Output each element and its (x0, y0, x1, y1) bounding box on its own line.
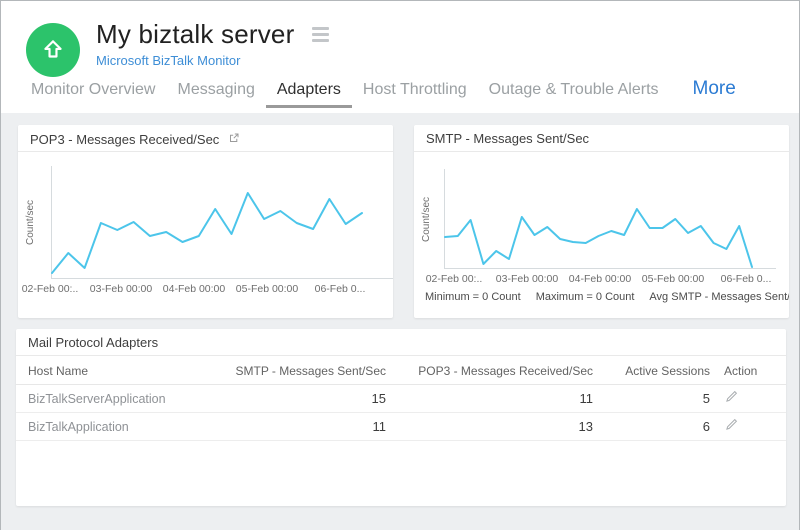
cell-active-sessions: 6 (593, 419, 710, 434)
tab-bar: Monitor Overview Messaging Adapters Host… (20, 74, 789, 108)
cell-active-sessions: 5 (593, 391, 710, 406)
stat-minimum: Minimum = 0 Count (425, 291, 521, 303)
x-axis-tick: 02-Feb 00:.. (426, 273, 483, 285)
x-axis-tick: 06-Feb 0... (315, 283, 366, 295)
smtp-line-chart (445, 169, 752, 269)
page-title: My biztalk server (96, 19, 294, 50)
dashboard-content: POP3 - Messages Received/Sec Count/sec 0… (1, 113, 799, 530)
x-axis-tick: 03-Feb 00:00 (496, 273, 558, 285)
pop3-y-axis-label: Count/sec (25, 166, 36, 279)
x-axis-tick: 06-Feb 0... (721, 273, 772, 285)
smtp-stats-row: Minimum = 0 Count Maximum = 0 Count Avg … (425, 291, 785, 303)
tab-adapters[interactable]: Adapters (266, 75, 352, 108)
col-pop3: POP3 - Messages Received/Sec (386, 364, 593, 378)
stat-maximum: Maximum = 0 Count (536, 291, 635, 303)
tab-monitor-overview[interactable]: Monitor Overview (20, 75, 166, 108)
smtp-chart-panel: SMTP - Messages Sent/Sec Count/sec 02-Fe… (414, 125, 789, 318)
external-link-icon[interactable] (229, 125, 239, 152)
edit-icon[interactable] (724, 417, 739, 432)
menu-icon[interactable] (310, 25, 331, 44)
monitor-header: My biztalk server Microsoft BizTalk Moni… (1, 1, 799, 74)
tab-host-throttling[interactable]: Host Throttling (352, 75, 478, 108)
x-axis-tick: 05-Feb 00:00 (236, 283, 298, 295)
col-active-sessions: Active Sessions (593, 364, 710, 378)
col-action: Action (710, 364, 774, 378)
x-axis-tick: 02-Feb 00:.. (22, 283, 79, 295)
cell-pop3: 11 (386, 391, 593, 406)
smtp-chart-title: SMTP - Messages Sent/Sec (426, 131, 589, 146)
app-window: My biztalk server Microsoft BizTalk Moni… (0, 0, 800, 530)
pop3-chart-title: POP3 - Messages Received/Sec (30, 132, 219, 147)
cell-host-name: BizTalkServerApplication (28, 392, 198, 406)
tab-outage-trouble-alerts[interactable]: Outage & Trouble Alerts (478, 75, 670, 108)
tab-messaging[interactable]: Messaging (166, 75, 265, 108)
x-axis-tick: 03-Feb 00:00 (90, 283, 152, 295)
cell-host-name: BizTalkApplication (28, 420, 198, 434)
table-header-row: Host Name SMTP - Messages Sent/Sec POP3 … (16, 357, 786, 385)
x-axis-tick: 05-Feb 00:00 (642, 273, 704, 285)
tab-more[interactable]: More (682, 72, 747, 110)
monitor-status-up-icon (26, 23, 80, 77)
cell-smtp: 11 (198, 419, 386, 434)
up-arrow-icon (40, 37, 66, 63)
cell-pop3: 13 (386, 419, 593, 434)
smtp-y-axis-label: Count/sec (421, 169, 432, 269)
stat-average: Avg SMTP - Messages Sent/Sec = 0 Count (649, 291, 789, 303)
pop3-chart-panel: POP3 - Messages Received/Sec Count/sec 0… (18, 125, 393, 318)
edit-icon[interactable] (724, 389, 739, 404)
table-row: BizTalkServerApplication 15 11 5 (16, 385, 786, 413)
col-host-name: Host Name (28, 364, 198, 378)
col-smtp: SMTP - Messages Sent/Sec (198, 364, 386, 378)
table-row: BizTalkApplication 11 13 6 (16, 413, 786, 441)
x-axis-tick: 04-Feb 00:00 (163, 283, 225, 295)
cell-smtp: 15 (198, 391, 386, 406)
mail-protocol-adapters-panel: Mail Protocol Adapters Host Name SMTP - … (16, 329, 786, 506)
x-axis-tick: 04-Feb 00:00 (569, 273, 631, 285)
pop3-line-chart (52, 166, 362, 279)
table-title: Mail Protocol Adapters (28, 335, 158, 350)
monitor-type-link[interactable]: Microsoft BizTalk Monitor (96, 53, 240, 68)
